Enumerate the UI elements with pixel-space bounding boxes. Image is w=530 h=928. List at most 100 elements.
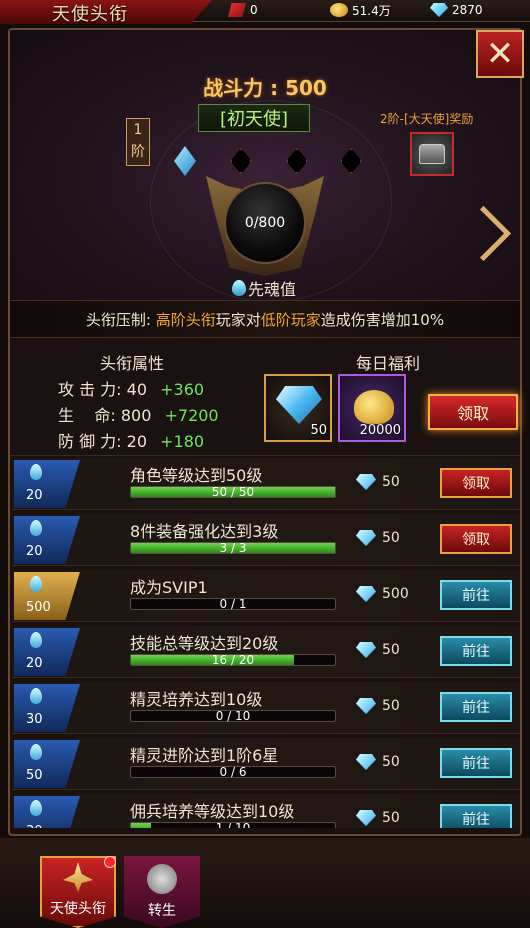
diamond-icon — [356, 642, 376, 658]
task-row: 20 8件装备强化达到3级 3 / 3 50 领取 — [12, 514, 520, 566]
task-progress-text: 0 / 1 — [219, 597, 247, 611]
task-progress-text: 16 / 20 — [211, 653, 255, 667]
task-go-button[interactable]: 前往 — [440, 580, 512, 610]
task-reward-amount: 50 — [382, 810, 400, 826]
soul-flame-icon — [30, 464, 42, 480]
task-reward: 50 — [356, 810, 400, 826]
task-go-button[interactable]: 前往 — [440, 804, 512, 828]
angel-wings-icon — [63, 862, 93, 892]
next-rank-arrow-icon[interactable] — [458, 208, 512, 262]
chest-icon — [419, 144, 445, 164]
daily-diamond-reward[interactable]: 50 — [264, 374, 332, 442]
tab-rebirth[interactable]: 转生 — [124, 856, 200, 928]
task-points-tag: 20 — [14, 460, 80, 508]
task-progress-text: 50 / 50 — [211, 485, 255, 499]
reward-count: 50 — [310, 423, 327, 438]
task-go-button[interactable]: 前往 — [440, 692, 512, 722]
reward-count: 20000 — [359, 423, 401, 438]
soul-flame-icon — [30, 800, 42, 816]
task-row: 20 角色等级达到50级 50 / 50 50 领取 — [12, 458, 520, 510]
rank-suppression-text: 头衔压制: 高阶头衔玩家对低阶玩家造成伤害增加10% — [10, 300, 520, 338]
soul-flame-icon — [30, 576, 42, 592]
task-row: 30 精灵培养达到10级 0 / 10 50 前往 — [12, 682, 520, 734]
task-reward: 50 — [356, 530, 400, 546]
suppress-mid: 玩家对 — [215, 311, 261, 329]
tab-label: 天使头衔 — [50, 901, 106, 917]
task-reward-amount: 50 — [382, 754, 400, 770]
task-points: 50 — [26, 768, 43, 783]
soul-orb-value: 0/800 — [224, 182, 306, 264]
diamond-icon — [356, 530, 376, 546]
task-name: 8件装备强化达到3级 — [130, 522, 279, 541]
task-name: 精灵进阶达到1阶6星 — [130, 746, 279, 765]
task-progress-bar: 0 / 6 — [130, 765, 336, 779]
attr-label: 生 命: — [58, 406, 116, 425]
stamina-icon — [228, 3, 246, 17]
stamina-counter: 0 — [228, 1, 258, 19]
soul-flame-icon — [30, 688, 42, 704]
attr-value: 800 — [120, 406, 152, 425]
tier-unit: 阶 — [131, 144, 145, 160]
gold-counter: 51.4万 — [330, 1, 391, 19]
task-reward-amount: 500 — [382, 586, 409, 602]
soul-label-wrap: 先魂值 — [232, 276, 296, 300]
task-points: 20 — [26, 656, 43, 671]
task-points-tag: 20 — [14, 516, 80, 564]
task-go-button[interactable]: 前往 — [440, 748, 512, 778]
task-points: 20 — [26, 544, 43, 559]
notification-dot — [104, 856, 116, 868]
diamond-icon — [356, 698, 376, 714]
tab-angel-title[interactable]: 天使头衔 — [40, 856, 116, 928]
attr-bonus: +360 — [160, 380, 205, 399]
task-progress-bar: 16 / 20 — [130, 653, 336, 667]
soul-flame-icon — [30, 744, 42, 760]
soul-label: 先魂值 — [248, 280, 297, 299]
attr-bonus: +180 — [160, 432, 205, 451]
diamond-value: 2870 — [452, 3, 483, 17]
task-reward: 50 — [356, 698, 400, 714]
task-points-tag: 30 — [14, 684, 80, 732]
task-progress-bar: 0 / 10 — [130, 709, 336, 723]
daily-claim-button[interactable]: 领取 — [428, 394, 518, 430]
soul-flame-icon — [30, 520, 42, 536]
gold-icon — [330, 3, 348, 17]
task-list[interactable]: 20 角色等级达到50级 50 / 50 50 领取 20 8件装备强化达到3级… — [12, 458, 520, 828]
task-points: 500 — [26, 600, 51, 615]
soul-orb: 0/800 — [206, 176, 324, 276]
task-progress-bar: 1 / 10 — [130, 821, 336, 828]
diamond-icon — [356, 810, 376, 826]
skull-emblem-icon — [147, 864, 177, 894]
attr-hp: 生 命: 800 +7200 — [58, 402, 219, 426]
task-reward-amount: 50 — [382, 474, 400, 490]
task-reward: 50 — [356, 474, 400, 490]
task-claim-button[interactable]: 领取 — [440, 468, 512, 498]
task-reward: 50 — [356, 642, 400, 658]
task-reward-amount: 50 — [382, 642, 400, 658]
task-row: 50 精灵进阶达到1阶6星 0 / 6 50 前往 — [12, 738, 520, 790]
next-tier-reward-chest[interactable] — [410, 132, 454, 176]
daily-gold-reward[interactable]: 20000 — [338, 374, 406, 442]
task-go-button[interactable]: 前往 — [440, 636, 512, 666]
task-name: 精灵培养达到10级 — [130, 690, 263, 709]
attr-defense: 防 御 力: 20 +180 — [58, 428, 204, 452]
diamond-counter: 2870 — [430, 1, 483, 19]
gold-value: 51.4万 — [352, 3, 391, 18]
task-row: 500 成为SVIP1 0 / 1 500 前往 — [12, 570, 520, 622]
task-progress-bar: 50 / 50 — [130, 485, 336, 499]
suppress-prefix: 头衔压制: — [85, 311, 156, 329]
task-name: 佣兵培养等级达到10级 — [130, 802, 295, 821]
task-reward: 500 — [356, 586, 409, 602]
task-claim-button[interactable]: 领取 — [440, 524, 512, 554]
soul-flame-icon — [30, 632, 42, 648]
combat-power: 战斗力 : 500 — [203, 76, 327, 100]
attr-attack: 攻 击 力: 40 +360 — [58, 376, 204, 400]
task-progress-text: 0 / 10 — [215, 709, 251, 723]
task-reward: 50 — [356, 754, 400, 770]
close-button[interactable]: ✕ — [476, 30, 524, 78]
suppress-low: 低阶玩家 — [260, 311, 321, 329]
suppress-high: 高阶头衔 — [155, 311, 216, 329]
gold-coins-icon — [354, 390, 394, 424]
diamond-icon — [356, 586, 376, 602]
task-points-tag: 50 — [14, 740, 80, 788]
window-title: 天使头衔 — [52, 4, 128, 25]
